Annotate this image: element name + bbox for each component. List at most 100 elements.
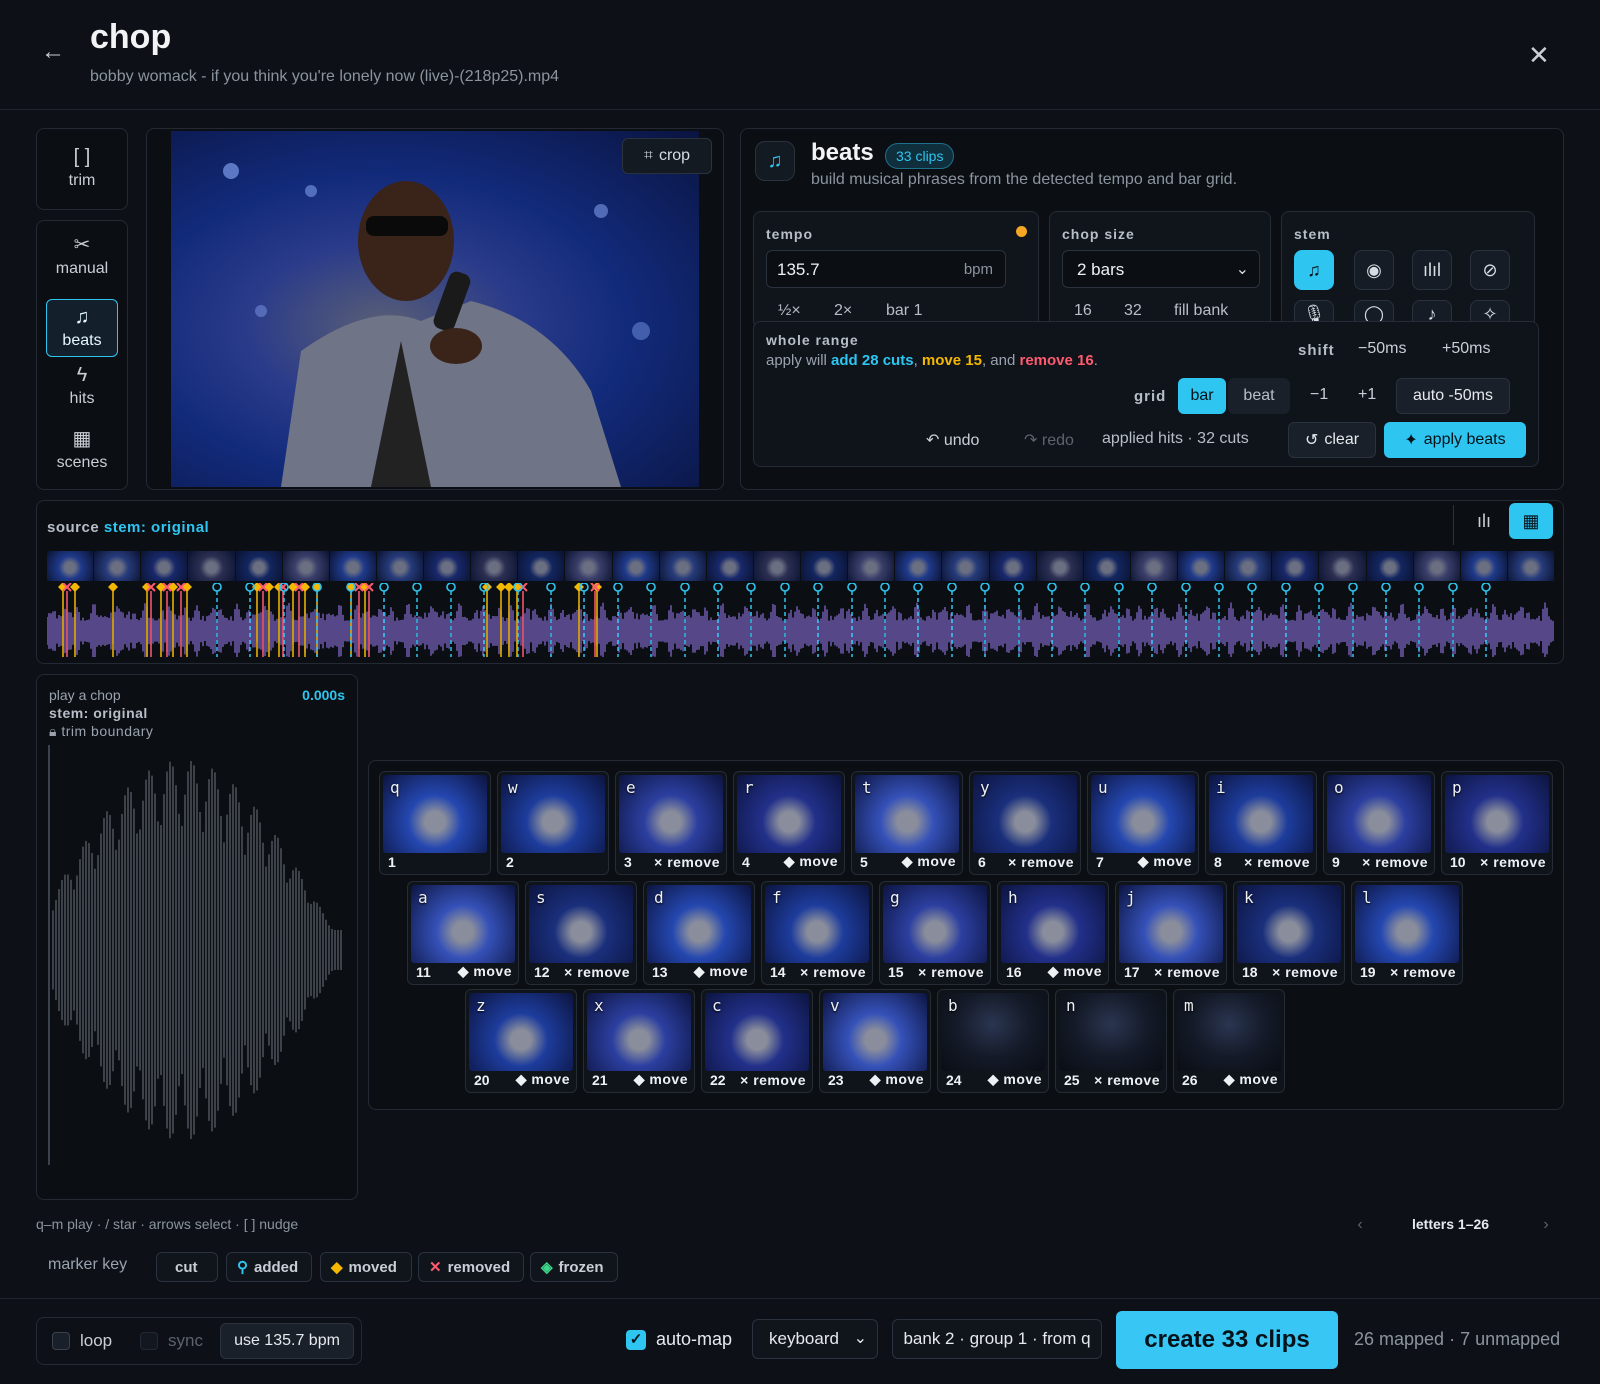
back-arrow-icon[interactable]: ← xyxy=(38,38,68,68)
input-mode-select[interactable]: keyboard ⌄ xyxy=(752,1319,878,1359)
stem-music-icon[interactable]: ♫ xyxy=(1294,250,1334,290)
close-icon[interactable]: ✕ xyxy=(1528,40,1550,71)
waveform-markers[interactable] xyxy=(47,583,1555,657)
use-bpm-button[interactable]: use 135.7 bpm xyxy=(220,1323,354,1359)
trim-boundary[interactable]: 🔒︎ trim boundary xyxy=(49,723,153,740)
prev-page-button[interactable]: ‹ xyxy=(1346,1212,1374,1238)
added-marker[interactable] xyxy=(1114,583,1124,657)
removed-marker[interactable] xyxy=(518,583,528,657)
added-marker[interactable] xyxy=(412,583,422,657)
clip-tile[interactable]: d 13 ◆ move xyxy=(643,881,755,985)
clip-tile[interactable]: b 24 ◆ move xyxy=(937,989,1049,1093)
clip-tile[interactable]: t 5 ◆ move xyxy=(851,771,963,875)
half-tempo-button[interactable]: ½× xyxy=(778,302,801,320)
chop-32-button[interactable]: 32 xyxy=(1124,302,1142,320)
clip-key: a xyxy=(418,888,428,907)
loop-checkbox[interactable]: loop xyxy=(52,1331,112,1351)
chop-16-button[interactable]: 16 xyxy=(1074,302,1092,320)
removed-marker[interactable] xyxy=(62,583,72,657)
removed-marker[interactable] xyxy=(278,583,288,657)
clip-tile[interactable]: h 16 ◆ move xyxy=(997,881,1109,985)
apply-beats-button[interactable]: ✦ apply beats xyxy=(1384,422,1526,458)
clip-tile[interactable]: k 18 × remove xyxy=(1233,881,1345,985)
crop-button[interactable]: ⌗ crop xyxy=(622,138,712,174)
clip-number: 4 xyxy=(742,854,750,870)
removed-marker[interactable] xyxy=(162,583,172,657)
sync-checkbox[interactable]: sync xyxy=(140,1331,203,1351)
added-marker[interactable] xyxy=(1314,583,1324,657)
added-marker[interactable] xyxy=(446,583,456,657)
double-tempo-button[interactable]: 2× xyxy=(834,302,852,320)
added-marker[interactable] xyxy=(646,583,656,657)
clip-tile[interactable]: u 7 ◆ move xyxy=(1087,771,1199,875)
clip-number: 11 xyxy=(416,964,431,980)
grid-bar-button[interactable]: bar xyxy=(1178,378,1226,414)
clear-button[interactable]: ↺ clear xyxy=(1288,422,1376,458)
clip-tile[interactable]: c 22 × remove xyxy=(701,989,813,1093)
removed-marker[interactable] xyxy=(354,583,364,657)
clip-tile[interactable]: l 19 × remove xyxy=(1351,881,1463,985)
removed-marker[interactable] xyxy=(294,583,304,657)
trim-button[interactable]: [ ] trim xyxy=(46,139,118,197)
clip-tile[interactable]: e 3 × remove xyxy=(615,771,727,875)
tempo-input[interactable]: 135.7 bpm xyxy=(766,250,1006,288)
clip-tile[interactable]: g 15 × remove xyxy=(879,881,991,985)
clip-tile[interactable]: r 4 ◆ move xyxy=(733,771,845,875)
auto-offset-button[interactable]: auto -50ms xyxy=(1396,378,1510,414)
next-page-button[interactable]: › xyxy=(1532,1212,1560,1238)
clip-tile[interactable]: n 25 × remove xyxy=(1055,989,1167,1093)
removed-marker[interactable] xyxy=(146,583,156,657)
redo-button[interactable]: ↷ redo xyxy=(1024,430,1074,450)
clip-key: e xyxy=(626,778,636,797)
added-marker[interactable] xyxy=(212,583,222,657)
clip-tile[interactable]: m 26 ◆ move xyxy=(1173,989,1285,1093)
clip-tile[interactable]: o 9 × remove xyxy=(1323,771,1435,875)
clip-number: 13 xyxy=(652,964,668,980)
waveform-view-icon[interactable]: ılı xyxy=(1465,503,1503,539)
stem-broadcast-icon[interactable]: ◉ xyxy=(1354,250,1394,290)
grid-view-icon[interactable]: ▦ xyxy=(1509,503,1553,539)
added-marker[interactable] xyxy=(680,583,690,657)
clip-tile[interactable]: q1 xyxy=(379,771,491,875)
clip-tile[interactable]: z 20 ◆ move xyxy=(465,989,577,1093)
clip-tile[interactable]: p 10 × remove xyxy=(1441,771,1553,875)
shift-minus-button[interactable]: −50ms xyxy=(1358,340,1406,358)
fill-bank-button[interactable]: fill bank xyxy=(1174,302,1228,320)
undo-button[interactable]: ↶ undo xyxy=(926,430,979,450)
grid-minus-one-button[interactable]: −1 xyxy=(1310,386,1328,404)
clip-tile[interactable]: j 17 × remove xyxy=(1115,881,1227,985)
clip-tile[interactable]: a 11 ◆ move xyxy=(407,881,519,985)
chop-player[interactable]: play a chop 0.000s stem: original 🔒︎ tri… xyxy=(36,674,358,1200)
removed-marker[interactable] xyxy=(258,583,268,657)
bar-one-button[interactable]: bar 1 xyxy=(886,302,922,320)
clip-tile[interactable]: f 14 × remove xyxy=(761,881,873,985)
stem-waveform-icon[interactable]: ılıl xyxy=(1412,250,1452,290)
grid-plus-one-button[interactable]: +1 xyxy=(1358,386,1376,404)
auto-map-checkbox[interactable]: ✓ auto-map xyxy=(626,1329,732,1350)
clip-key: t xyxy=(862,778,872,797)
scenes-button[interactable]: ▦ scenes xyxy=(46,421,118,479)
added-marker[interactable] xyxy=(880,583,890,657)
hits-button[interactable]: ϟ hits xyxy=(46,357,118,415)
source-timeline[interactable]: source stem: original ılı ▦ xyxy=(36,500,1564,664)
manual-button[interactable]: ✂ manual xyxy=(46,227,118,285)
clip-tile[interactable]: s 12 × remove xyxy=(525,881,637,985)
bank-target-button[interactable]: bank 2 · group 1 · from q xyxy=(892,1319,1102,1359)
added-marker[interactable] xyxy=(1214,583,1224,657)
clip-tile[interactable]: w2 xyxy=(497,771,609,875)
create-clips-button[interactable]: create 33 clips xyxy=(1116,1311,1338,1369)
clip-tile[interactable]: i 8 × remove xyxy=(1205,771,1317,875)
video-preview[interactable] xyxy=(146,128,724,490)
removed-marker[interactable] xyxy=(176,583,186,657)
chop-size-select[interactable]: 2 bars ⌄ xyxy=(1062,250,1260,288)
clip-tile[interactable]: y 6 × remove xyxy=(969,771,1081,875)
grid-beat-button[interactable]: beat xyxy=(1228,378,1290,414)
clip-tile[interactable]: x 21 ◆ move xyxy=(583,989,695,1093)
beats-button[interactable]: ♫ beats xyxy=(46,299,118,357)
removed-marker[interactable] xyxy=(364,583,374,657)
shift-plus-button[interactable]: +50ms xyxy=(1442,340,1490,358)
stem-mute-icon[interactable]: ⊘ xyxy=(1470,250,1510,290)
clip-tile[interactable]: v 23 ◆ move xyxy=(819,989,931,1093)
added-marker[interactable] xyxy=(780,583,790,657)
removed-marker[interactable] xyxy=(590,583,600,657)
